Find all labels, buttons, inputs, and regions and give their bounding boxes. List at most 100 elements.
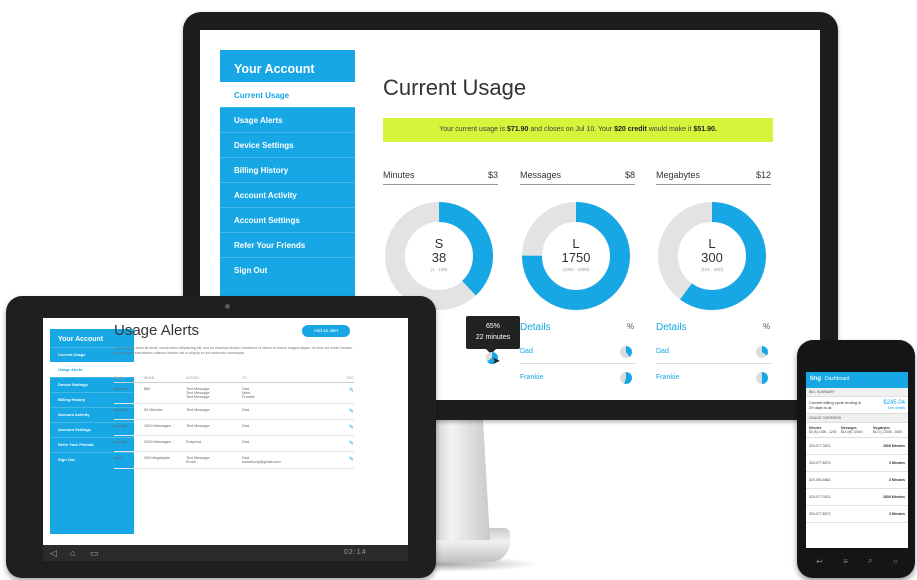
bill-summary: Current billing cycle ending in 29 days … (806, 397, 908, 414)
line-usage: 3 Minutes (888, 478, 905, 482)
line-number: 324.077.8073 (809, 461, 831, 465)
phone-line-item[interactable]: 324.077.8073 3 Minutes (806, 506, 908, 523)
sidebar-item-billing-history[interactable]: Billing History (50, 392, 134, 407)
banner-prefix: Your current usage is (439, 126, 508, 133)
donut-label: L 1750 (1001 - 2000) (520, 236, 632, 273)
banner-final: $51.90. (693, 126, 717, 133)
line-number: 324.077.3201 (809, 495, 831, 499)
monitor-sidebar-title: Your Account (234, 62, 315, 76)
row-divider (656, 363, 771, 364)
usage-column-messages: Messages $8 L 1750 (1001 - 2000) (520, 170, 635, 310)
sidebar-item-billing-history[interactable]: Billing History (220, 157, 355, 182)
donut-label: L 300 (101 - 500) (656, 236, 768, 273)
tablet-screen: Your Account Current Usage Usage Alerts … (43, 318, 408, 545)
details-row-dad[interactable]: Dad (520, 348, 533, 355)
tooltip-detail: 22 minutes (475, 334, 511, 341)
phone-brand-logo: ting (810, 376, 821, 382)
donut-tier: L (708, 236, 716, 251)
sidebar-item-usage-alerts[interactable]: Usage Alerts (50, 362, 134, 377)
phone-nav-bar: ↩ ≡ ⌕ ○ (806, 552, 908, 570)
sidebar-item-account-settings[interactable]: Account Settings (220, 207, 355, 232)
sidebar-item-refer-friends[interactable]: Refer Your Friends (50, 437, 134, 452)
tooltip-pct: 65% (485, 323, 500, 330)
line-number: 324.390.4862 (809, 478, 831, 482)
sidebar-item-usage-alerts[interactable]: Usage Alerts (220, 107, 355, 132)
search-icon[interactable]: ⌕ (868, 556, 872, 566)
bill-summary-heading: BILL SUMMARY (806, 388, 908, 397)
home-icon[interactable]: ⌂ (70, 548, 75, 558)
sidebar-item-account-activity[interactable]: Account Activity (50, 407, 134, 422)
phone-line-item[interactable]: 324.077.8073 3 Minutes (806, 455, 908, 472)
tablet-clock: 02:14 (344, 549, 367, 556)
details-row-frankie[interactable]: Frankie (520, 374, 543, 381)
usage-column-header: Messages $8 (520, 170, 635, 185)
sidebar-item-refer-friends[interactable]: Refer Your Friends (220, 232, 355, 257)
sidebar-item-account-settings[interactable]: Account Settings (50, 422, 134, 437)
sidebar-item-device-settings[interactable]: Device Settings (50, 377, 134, 392)
donut-value: 38 (431, 250, 447, 265)
recent-apps-icon[interactable]: ▭ (90, 548, 99, 559)
usage-overview-heading: USAGE OVERVIEW (806, 414, 908, 423)
donut-range: (1 - 100) (430, 267, 448, 272)
back-icon[interactable]: ↩ (816, 557, 823, 566)
banner-middle: and closes on Jul 10. Your (528, 126, 615, 133)
menu-icon[interactable]: ≡ (843, 557, 848, 566)
phone-screen: ting Dashboard BILL SUMMARY Current billi… (806, 372, 908, 548)
tablet-sidebar-title: Your Account (58, 336, 104, 343)
pie-icon (620, 372, 632, 384)
line-usage: 3 Minutes (888, 461, 905, 465)
line-usage: 2808 Minutes (883, 444, 905, 448)
devices-stage: Your Account Current Usage Usage Alerts … (0, 0, 917, 580)
sidebar-item-sign-out[interactable]: Sign Out (50, 452, 134, 467)
sidebar-item-sign-out[interactable]: Sign Out (220, 257, 355, 282)
donut-tier: S (434, 236, 444, 251)
donut-label: S 38 (1 - 100) (383, 236, 495, 273)
monitor-sidebar: Your Account Current Usage Usage Alerts … (220, 50, 355, 310)
banner-usage: $71.90 (507, 126, 529, 133)
sidebar-item-current-usage[interactable]: Current Usage (220, 82, 355, 107)
line-number: 324.077.8073 (809, 512, 831, 516)
back-icon[interactable]: ◁ (50, 548, 57, 559)
usage-detail: $12 (L) 2000 - 3000 (873, 430, 902, 434)
usage-detail: $3 (S) 1000 - 1200 (809, 430, 837, 434)
usage-column-cost: $8 (624, 170, 635, 180)
usage-column-name: Messages (520, 170, 562, 180)
row-divider (520, 363, 635, 364)
usage-column-megabytes: Megabytes $12 L 300 (101 - 500) (656, 170, 771, 310)
sidebar-item-current-usage[interactable]: Current Usage (50, 347, 134, 362)
tablet-device: Your Account Current Usage Usage Alerts … (6, 296, 436, 578)
line-number: 324.077.3201 (809, 444, 831, 448)
sidebar-item-device-settings[interactable]: Device Settings (220, 132, 355, 157)
usage-detail: $14 (M) 10000 (841, 430, 863, 434)
usage-column-header: Megabytes $12 (656, 170, 771, 185)
tablet-sidebar: Your Account Current Usage Usage Alerts … (50, 329, 134, 534)
donut-tier: L (572, 236, 580, 251)
pie-icon (756, 372, 768, 384)
pie-icon (620, 346, 632, 358)
see-details-link[interactable]: See details (883, 406, 905, 410)
home-icon[interactable]: ○ (893, 557, 898, 566)
details-heading: Details (520, 322, 551, 333)
phone-line-item[interactable]: 324.390.4862 3 Minutes (806, 472, 908, 489)
donut-value: 1750 (561, 250, 591, 265)
details-row-frankie[interactable]: Frankie (656, 374, 679, 381)
phone-line-item[interactable]: 324.077.3201 2808 Minutes (806, 489, 908, 506)
usage-messages: Messages $14 (M) 10000 (841, 426, 873, 434)
details-row-dad[interactable]: Dad (656, 348, 669, 355)
donut-range: (1001 - 2000) (562, 267, 590, 272)
usage-column-name: Megabytes (656, 170, 701, 180)
billing-amount-block: $245.04 See details (883, 400, 905, 410)
page-title: Current Usage (383, 75, 527, 100)
usage-column-cost: $12 (755, 170, 771, 180)
banner-suffix: would make it (646, 126, 694, 133)
details-pct-heading: % (627, 322, 635, 331)
sidebar-item-account-activity[interactable]: Account Activity (220, 182, 355, 207)
cursor-icon: ➤ (492, 356, 501, 367)
phone-line-item[interactable]: 324.077.3201 2808 Minutes (806, 438, 908, 455)
usage-column-header: Minutes $3 (383, 170, 498, 185)
usage-minutes: Minutes $3 (S) 1000 - 1200 (809, 426, 841, 434)
donut-value: 300 (701, 250, 723, 265)
usage-megabytes: Megabytes $12 (L) 2000 - 3000 (873, 426, 905, 434)
usage-column-minutes: Minutes $3 S 38 (1 - 100) (383, 170, 498, 310)
tablet-camera (225, 304, 230, 309)
